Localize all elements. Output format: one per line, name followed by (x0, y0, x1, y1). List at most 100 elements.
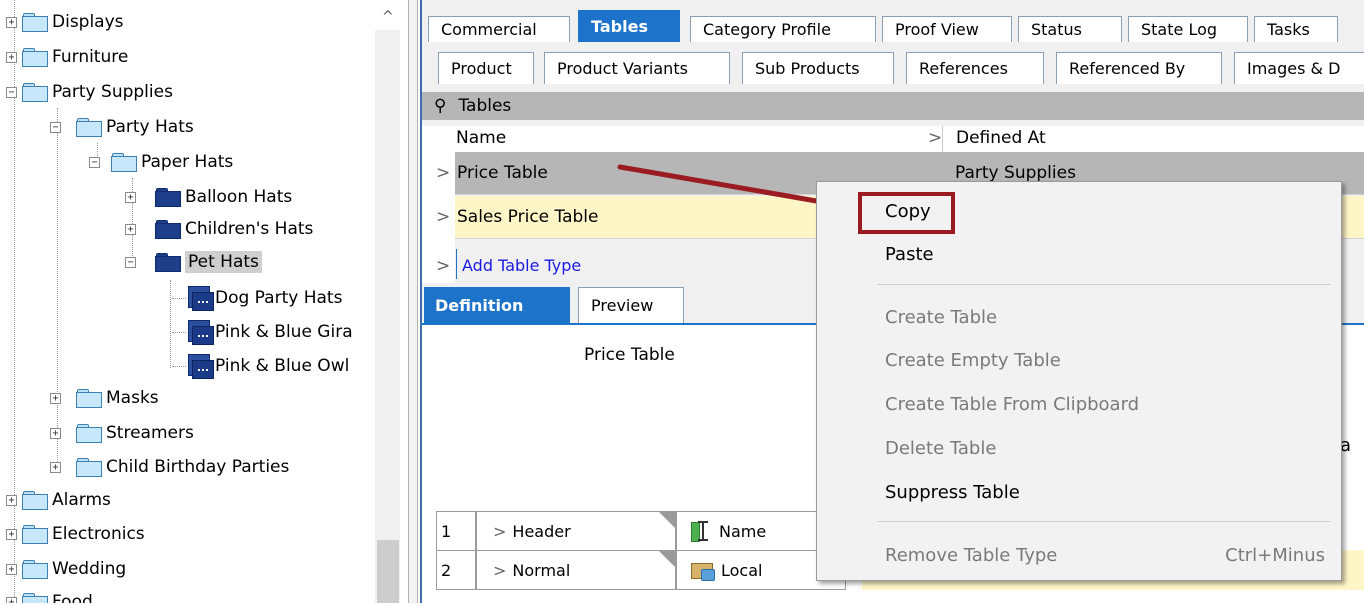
tab-preview[interactable]: Preview (578, 287, 684, 323)
tree-item-pet-hats[interactable]: − Pet Hats (125, 248, 262, 276)
tab-references[interactable]: References (906, 52, 1044, 84)
tree-item-displays[interactable]: + Displays (6, 8, 124, 36)
column-header-name[interactable]: Name (456, 128, 506, 148)
tree-item-streamers[interactable]: + Streamers (50, 419, 194, 447)
tree-item-childrens-hats[interactable]: + Children's Hats (125, 215, 313, 243)
expand-icon[interactable]: + (6, 17, 17, 28)
tab-sub-products[interactable]: Sub Products (742, 52, 894, 84)
tree-item-label: Balloon Hats (185, 187, 293, 207)
collapse-icon[interactable]: − (89, 157, 100, 168)
tree-item-electronics[interactable]: + Electronics (6, 520, 145, 548)
folder-icon (76, 458, 102, 477)
menu-item-create-empty-table[interactable]: Create Empty Table (885, 345, 1061, 375)
tab-state-log[interactable]: State Log (1128, 16, 1248, 42)
tree-item-pink-blue-owl[interactable]: Pink & Blue Owl (186, 352, 349, 380)
add-table-type-link[interactable]: Add Table Type (462, 256, 581, 275)
expand-icon[interactable]: + (6, 529, 17, 540)
tab-commercial[interactable]: Commercial (428, 16, 570, 42)
tree-item-masks[interactable]: + Masks (50, 384, 159, 412)
tab-images[interactable]: Images & D (1234, 52, 1364, 84)
row-value: Local (721, 560, 763, 580)
tree-connector (57, 108, 58, 468)
text-cursor (456, 249, 457, 279)
tree-item-pink-blue-gira[interactable]: Pink & Blue Gira (186, 318, 353, 346)
expand-icon[interactable]: + (50, 462, 61, 473)
expand-icon[interactable]: + (125, 192, 136, 203)
tab-status[interactable]: Status (1018, 16, 1122, 42)
tab-tasks[interactable]: Tasks (1254, 16, 1338, 42)
tab-definition[interactable]: Definition (424, 287, 570, 323)
collapse-icon[interactable]: − (125, 257, 136, 268)
column-header-defined-at[interactable]: Defined At (956, 128, 1046, 148)
expand-icon[interactable]: + (50, 428, 61, 439)
expand-icon[interactable]: + (6, 495, 17, 506)
row-number: 1 (441, 521, 452, 541)
tree-item-child-birthday-parties[interactable]: + Child Birthday Parties (50, 453, 289, 481)
column-resize-icon[interactable]: > (928, 128, 942, 148)
tree-item-label: Party Hats (106, 117, 194, 137)
tree-item-label: Paper Hats (141, 152, 234, 172)
tab-proof-view[interactable]: Proof View (882, 16, 1012, 42)
pin-icon[interactable]: ⚲ (434, 96, 446, 116)
panel-splitter[interactable] (408, 0, 418, 603)
panel-title: Tables (458, 96, 512, 116)
menu-item-label: Delete Table (885, 437, 997, 459)
menu-item-remove-table-type[interactable]: Remove Table Type Ctrl+Minus (885, 540, 1325, 570)
folder-icon (22, 83, 48, 102)
tree-item-paper-hats[interactable]: − Paper Hats (89, 148, 233, 176)
row-expand-icon[interactable]: > (493, 561, 506, 580)
tree-connector (172, 332, 186, 333)
product-icon (186, 320, 214, 345)
tree-item-party-hats[interactable]: − Party Hats (50, 113, 194, 141)
tree-scrollbar[interactable] (375, 30, 400, 603)
tree-item-label: Displays (52, 12, 124, 32)
arrow-shaft (617, 164, 831, 206)
row-expand-icon[interactable]: > (436, 163, 450, 183)
scroll-up-icon[interactable]: ^ (382, 10, 396, 24)
folder-icon (22, 13, 48, 32)
row-type-cell[interactable]: > Normal (476, 550, 676, 590)
menu-item-paste[interactable]: Paste (885, 239, 934, 269)
product-icon (186, 354, 214, 379)
tree-item-food[interactable]: + Food (6, 588, 93, 603)
tree-item-furniture[interactable]: + Furniture (6, 43, 128, 71)
folder-icon (111, 153, 137, 172)
folder-icon (22, 48, 48, 67)
row-expand-icon: > (436, 256, 451, 276)
menu-item-label: Create Table (885, 306, 998, 328)
folder-icon (76, 118, 102, 137)
tab-tables[interactable]: Tables (578, 10, 680, 42)
folder-icon (22, 525, 48, 544)
expand-icon[interactable]: + (125, 224, 136, 235)
tree-item-balloon-hats[interactable]: + Balloon Hats (125, 183, 292, 211)
tree-item-party-supplies[interactable]: − Party Supplies (6, 78, 173, 106)
menu-item-create-table[interactable]: Create Table (885, 302, 997, 332)
tree-item-dog-party-hats[interactable]: Dog Party Hats (186, 284, 342, 312)
row-type-cell[interactable]: > Header (476, 511, 676, 551)
expand-icon[interactable]: + (6, 564, 17, 575)
tab-category-profile[interactable]: Category Profile (690, 16, 876, 42)
expand-icon[interactable]: + (6, 52, 17, 63)
tree-item-alarms[interactable]: + Alarms (6, 486, 111, 514)
menu-item-delete-table[interactable]: Delete Table (885, 433, 996, 463)
tree-item-label: Wedding (52, 559, 127, 579)
row-expand-icon[interactable]: > (493, 522, 506, 541)
menu-item-copy[interactable]: Copy (885, 196, 931, 226)
expand-icon[interactable]: + (50, 393, 61, 404)
tab-product-variants[interactable]: Product Variants (544, 52, 730, 84)
tab-product[interactable]: Product (438, 52, 534, 84)
row-name: Price Table (457, 163, 548, 183)
tab-referenced-by[interactable]: Referenced By (1056, 52, 1222, 84)
collapse-icon[interactable]: − (6, 87, 17, 98)
menu-item-create-table-from-clipboard[interactable]: Create Table From Clipboard (885, 389, 1139, 419)
row-type: Header (512, 521, 571, 541)
folder-icon (22, 491, 48, 510)
row-expand-icon[interactable]: > (436, 207, 450, 227)
category-tree[interactable]: + Displays + Furniture − Party Supplies … (0, 0, 400, 603)
expand-icon[interactable]: + (6, 597, 17, 603)
tree-item-wedding[interactable]: + Wedding (6, 555, 126, 583)
scrollbar-thumb[interactable] (377, 540, 399, 603)
menu-item-label: Remove Table Type (885, 544, 1058, 566)
collapse-icon[interactable]: − (50, 122, 61, 133)
menu-item-suppress-table[interactable]: Suppress Table (885, 477, 1020, 507)
